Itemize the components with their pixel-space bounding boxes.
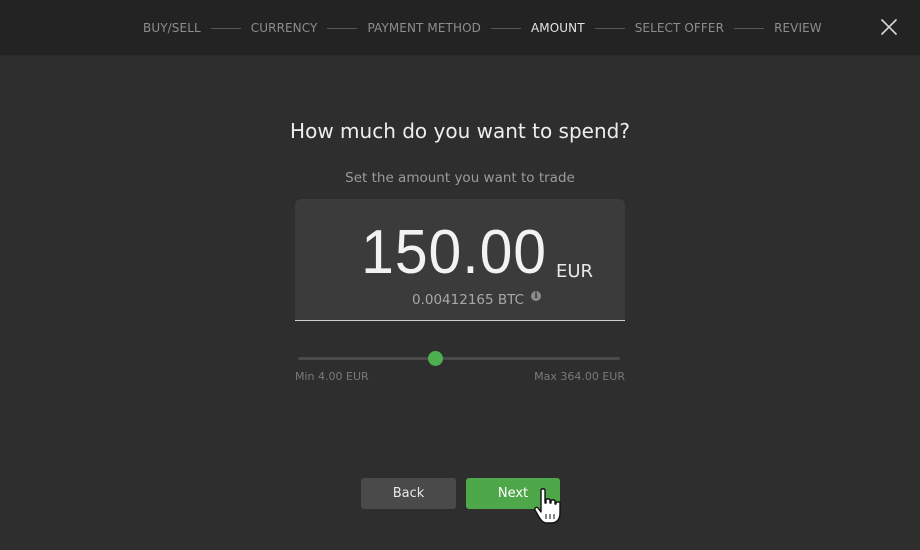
step-divider [734,27,765,29]
step-review: REVIEW [774,21,822,35]
step-amount: AMOUNT [530,21,585,35]
slider-max-label: Max 364.00 EUR [534,370,625,383]
step-select-offer: SELECT OFFER [634,21,725,35]
step-divider [210,27,241,29]
converted-amount: 0.00412165 BTC [412,292,525,308]
amount-value[interactable]: 150.00 [332,215,547,291]
step-currency: CURRENCY [250,21,318,35]
step-payment-method: PAYMENT METHOD [367,21,481,35]
close-button[interactable] [880,18,898,36]
step-divider [490,27,521,29]
page-title: How much do you want to spend? [290,119,630,143]
stepper: BUY/SELL CURRENCY PAYMENT METHOD AMOUNT … [143,20,822,36]
slider-min-label: Min 4.00 EUR [295,370,369,383]
step-divider [594,27,625,29]
amount-field[interactable]: 150.00 EUR 0.00412165 BTC [295,199,625,321]
amount-slider-track[interactable] [298,357,620,360]
step-divider [327,27,358,29]
next-button[interactable]: Next [466,478,560,509]
progress-header: BUY/SELL CURRENCY PAYMENT METHOD AMOUNT … [0,0,920,56]
page-subtitle: Set the amount you want to trade [345,170,575,186]
back-button[interactable]: Back [361,478,456,509]
amount-slider-thumb[interactable] [428,351,444,366]
amount-currency: EUR [556,261,594,282]
step-buy-sell: BUY/SELL [143,21,201,35]
close-icon [880,18,898,36]
info-icon[interactable] [531,290,541,301]
